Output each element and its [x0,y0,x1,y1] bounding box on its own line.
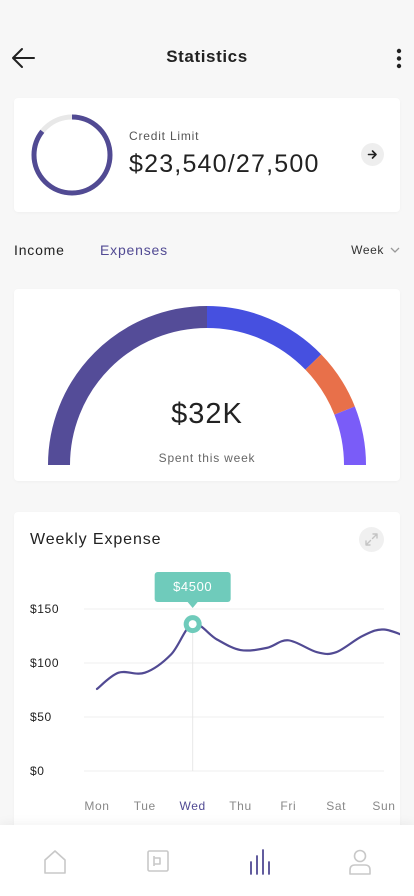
period-label: Week [351,243,384,257]
arrow-right-icon [367,150,377,159]
value-tooltip-pointer [187,602,198,608]
gauge-value: $32K [171,398,243,430]
nav-profile[interactable] [340,845,380,885]
series-line [95,622,400,691]
highlight-point-center [188,620,197,629]
bottom-nav [0,825,414,896]
value-tooltip-label: $4500 [173,579,212,594]
more-button[interactable] [392,44,406,72]
weekly-expense-chart: $150 $100 $50 $0 Mon Tue Wed Thu Fri Sat Sun $4500 [30,572,400,813]
user-icon [349,849,371,875]
x-tick-label: Sat [326,799,346,813]
header: Statistics [0,0,414,96]
wallet-icon [147,850,169,872]
credit-label: Credit Limit [129,129,200,143]
x-tick-label: Tue [134,799,156,813]
nav-home[interactable] [35,845,75,885]
x-tick-label: Fri [280,799,296,813]
y-tick-label: $100 [30,656,59,670]
x-tick-label: Thu [229,799,251,813]
credit-value: $23,540/27,500 [129,150,320,178]
credit-limit-card: Credit Limit $23,540/27,500 [14,98,400,212]
nav-wallet[interactable] [138,845,178,885]
type-tabs: Income Expenses Week [14,240,400,262]
tab-expenses[interactable]: Expenses [100,242,168,258]
credit-details-button[interactable] [361,143,384,166]
bar-chart-icon [250,849,270,875]
x-tick-label: Wed [180,799,206,813]
nav-statistics[interactable] [240,845,280,885]
tab-income[interactable]: Income [14,242,65,258]
home-icon [44,850,66,874]
weekly-expense-card: Weekly Expense $150 $100 $50 $0 Mon Tue Wed Thu… [14,512,400,842]
gauge-segment [206,306,322,370]
spending-gauge-card: $32K Spent this week [14,289,400,481]
y-tick-label: $150 [30,602,59,616]
x-tick-label: Sun [372,799,395,813]
gauge-segment [48,306,208,466]
y-tick-label: $0 [30,764,45,778]
gauge-caption: Spent this week [158,451,256,465]
credit-progress-ring [31,114,113,196]
x-tick-label: Mon [84,799,109,813]
more-vertical-icon [396,48,402,69]
period-select[interactable]: Week [351,243,400,257]
y-tick-label: $50 [30,710,52,724]
page-title: Statistics [166,47,248,66]
chevron-down-icon [390,247,400,253]
